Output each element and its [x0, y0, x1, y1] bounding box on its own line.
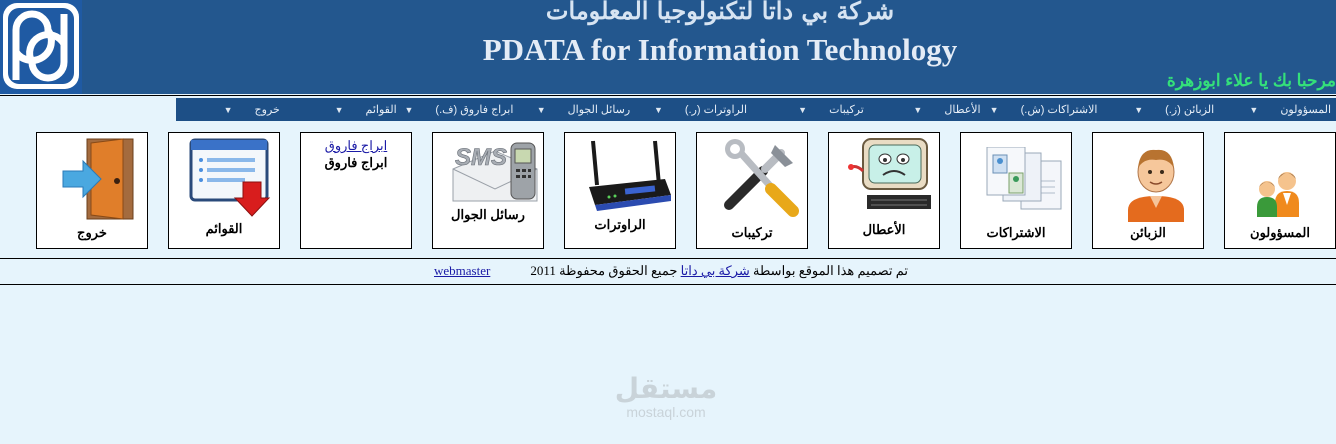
menu-item-exit[interactable]: خروج ▼ — [176, 103, 285, 116]
footer-divider-top — [0, 258, 1336, 259]
tile-subscriptions[interactable]: الاشتراكات — [960, 132, 1072, 249]
site-footer: تم تصميم هذا الموقع بواسطة شركة بي داتا … — [0, 263, 1336, 281]
header-title-arabic: شركة بي داتا لتكنولوجيا المعلومات — [545, 0, 895, 25]
menu-item-label: رسائل الجوال — [567, 104, 631, 116]
menu-item-label: الاشتراكات (ش.) — [1020, 104, 1098, 116]
tile-label: رسائل الجوال — [451, 207, 525, 222]
main-menu-bar: المسؤولون ▼ الزبائن (ز.) ▼ الاشتراكات (ش.)… — [176, 98, 1336, 121]
welcome-message: مرحبا بك يا علاء ابوزهرة — [1166, 71, 1336, 90]
chevron-down-icon: ▼ — [223, 104, 233, 115]
admins-icon — [1257, 172, 1299, 217]
menu-item-sms[interactable]: رسائل الجوال ▼ — [518, 103, 635, 116]
company-link[interactable]: شركة بي داتا — [681, 263, 750, 278]
menu-item-label: الزبائن (ز.) — [1165, 104, 1215, 116]
pdata-logo-icon[interactable] — [0, 0, 82, 94]
tile-label: خروج — [77, 225, 107, 240]
tile-label: الزبائن — [1130, 225, 1166, 240]
menu-item-routers[interactable]: الراوترات (ر.) ▼ — [635, 103, 752, 116]
broken-computer-icon — [848, 138, 931, 209]
footer-divider-bottom — [0, 284, 1336, 285]
tile-lists[interactable]: القوائم — [168, 132, 280, 249]
tile-exit[interactable]: خروج — [36, 132, 148, 249]
tile-label: الأعطال — [862, 222, 906, 237]
menu-item-installations[interactable]: تركيبات ▼ — [752, 103, 869, 116]
menu-item-customers[interactable]: الزبائن (ز.) ▼ — [1102, 103, 1219, 116]
site-header: شركة بي داتا لتكنولوجيا المعلومات PDATA … — [0, 0, 1336, 94]
tile-label: القوائم — [205, 221, 243, 236]
quick-access-tiles: المسؤولون الزبائن الاشتراكات الأعطال ترك… — [0, 132, 1336, 250]
tile-label: ابراج فاروق — [324, 155, 388, 170]
tile-label: الاشتراكات — [986, 225, 1046, 240]
customer-icon — [1114, 138, 1198, 222]
tools-icon — [724, 139, 799, 217]
chevron-down-icon: ▼ — [536, 104, 546, 115]
chevron-down-icon: ▼ — [989, 104, 999, 115]
subscriptions-icon — [986, 147, 1062, 210]
menu-item-label: تركيبات — [829, 104, 864, 116]
tile-installations[interactable]: تركيبات — [696, 132, 808, 249]
exit-door-icon — [62, 138, 134, 220]
sms-icon: SMS — [452, 142, 538, 202]
watermark-english: mostaql.com — [626, 404, 706, 420]
tile-admins[interactable]: المسؤولون — [1224, 132, 1336, 249]
tile-routers[interactable]: الراوترات — [564, 132, 676, 249]
svg-text:SMS: SMS — [455, 144, 507, 171]
menu-item-label: القوائم — [365, 104, 397, 116]
chevron-down-icon: ▼ — [334, 104, 344, 115]
router-icon — [585, 139, 671, 215]
menu-item-label: ابراج فاروق (ف.) — [435, 104, 514, 116]
header-title-english: PDATA for Information Technology — [482, 32, 958, 67]
farouk-towers-link[interactable]: ابراج فاروق — [301, 138, 411, 154]
menu-item-faults[interactable]: الأعطال ▼ — [869, 103, 986, 116]
menu-item-label: خروج — [254, 104, 280, 116]
footer-prefix: تم تصميم هذا الموقع بواسطة — [753, 263, 908, 278]
tile-label: الراوترات — [594, 217, 646, 232]
menu-item-admins[interactable]: المسؤولون ▼ — [1219, 103, 1336, 116]
tile-customers[interactable]: الزبائن — [1092, 132, 1204, 249]
tile-sms[interactable]: SMS رسائل الجوال — [432, 132, 544, 249]
chevron-down-icon: ▼ — [404, 104, 414, 115]
lists-icon — [189, 138, 271, 217]
menu-item-lists[interactable]: القوائم ▼ — [285, 103, 402, 116]
header-divider — [0, 95, 1336, 96]
webmaster-link[interactable]: webmaster — [434, 263, 490, 279]
chevron-down-icon: ▼ — [653, 104, 663, 115]
tile-label: تركيبات — [731, 225, 773, 240]
tile-farouk-towers[interactable]: ابراج فاروق ابراج فاروق — [300, 132, 412, 249]
menu-item-label: الأعطال — [944, 104, 981, 116]
chevron-down-icon: ▼ — [913, 104, 923, 115]
chevron-down-icon: ▼ — [1249, 104, 1259, 115]
menu-item-farouk-towers[interactable]: ابراج فاروق (ف.) ▼ — [402, 103, 519, 116]
footer-suffix: جميع الحقوق محفوظة 2011 — [530, 263, 678, 278]
menu-item-label: المسؤولون — [1280, 104, 1331, 116]
tile-label: المسؤولون — [1250, 225, 1310, 240]
chevron-down-icon: ▼ — [1134, 104, 1144, 115]
mostaql-watermark: مستقل mostaql.com — [596, 372, 736, 421]
menu-item-label: الراوترات (ر.) — [684, 104, 748, 116]
chevron-down-icon: ▼ — [798, 104, 808, 115]
watermark-arabic: مستقل — [614, 372, 718, 405]
tile-faults[interactable]: الأعطال — [828, 132, 940, 249]
copyright-text: تم تصميم هذا الموقع بواسطة شركة بي داتا … — [530, 263, 908, 279]
menu-item-subscriptions[interactable]: الاشتراكات (ش.) ▼ — [986, 103, 1103, 116]
